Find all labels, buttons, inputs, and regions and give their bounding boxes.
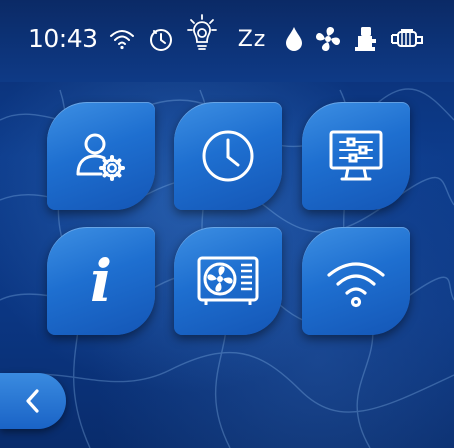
heat-pump-icon [197,256,259,305]
fan-icon [313,22,343,56]
user-gear-icon [76,133,125,181]
timer-icon [146,22,176,56]
wifi-icon [107,22,137,56]
pump-icon [388,22,426,56]
clock-icon [202,130,254,182]
back-button[interactable] [0,373,66,429]
chevron-left-icon [26,389,39,413]
tile-heat-pump[interactable] [174,227,282,335]
sleep-text: Zz [237,26,267,52]
clock-time: 10:43 [28,24,98,53]
tile-user-settings[interactable] [47,102,155,210]
water-drop-icon [282,22,306,56]
info-icon: i [89,247,113,315]
status-bar: 10:43 Zz [0,0,454,82]
tile-clock[interactable] [174,102,282,210]
sleep-icon: Zz [232,22,272,56]
light-icon [186,12,218,56]
tile-display-settings[interactable] [302,102,410,210]
heater-icon [350,22,380,56]
tile-wifi[interactable] [302,227,410,335]
monitor-sliders-icon [329,130,383,181]
tile-info[interactable]: i [47,227,155,335]
wifi-settings-icon [327,262,385,308]
